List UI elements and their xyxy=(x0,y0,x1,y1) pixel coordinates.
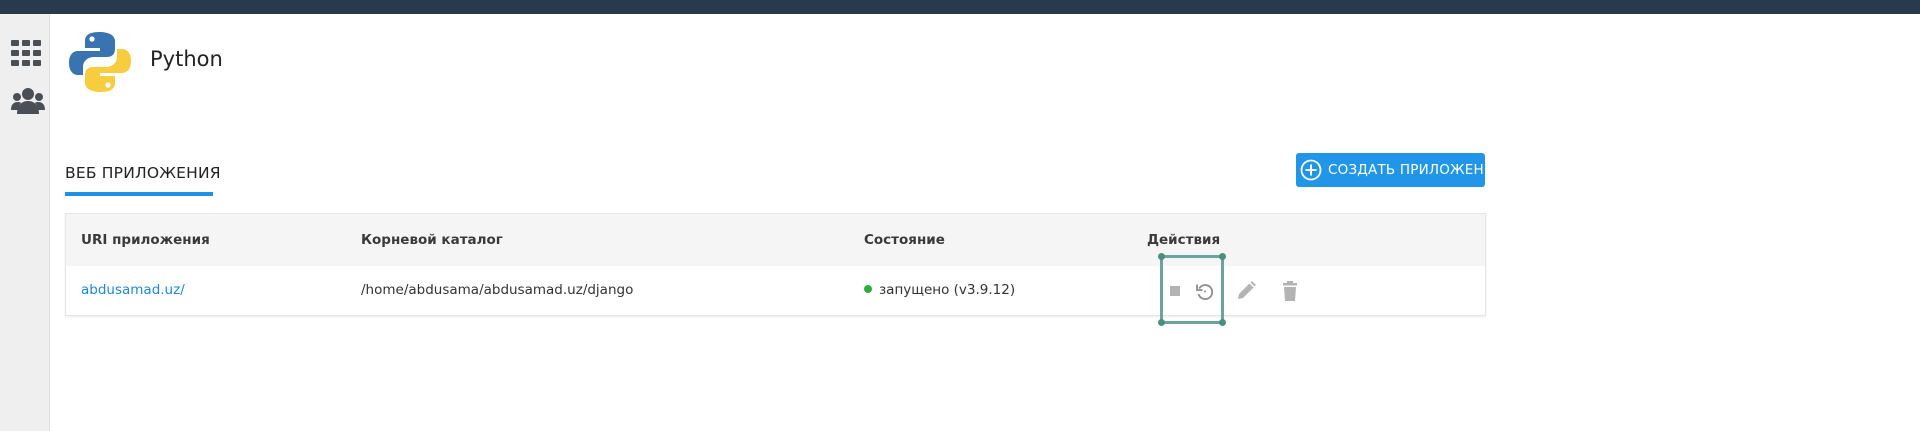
sidebar xyxy=(0,14,50,431)
users-icon[interactable] xyxy=(11,88,45,114)
create-application-button[interactable]: СОЗДАТЬ ПРИЛОЖЕНИЕ xyxy=(1296,153,1503,187)
tab-label: ВЕБ ПРИЛОЖЕНИЯ xyxy=(65,164,221,182)
highlight-corner xyxy=(1158,253,1165,260)
tab-web-applications[interactable]: ВЕБ ПРИЛОЖЕНИЯ xyxy=(65,150,221,196)
plus-circle-icon xyxy=(1300,159,1322,181)
highlight-corner xyxy=(1158,319,1165,326)
tab-active-indicator xyxy=(65,192,213,196)
python-logo-icon xyxy=(68,30,132,94)
header-root: Корневой каталог xyxy=(361,232,503,248)
main-content: Python ВЕБ ПРИЛОЖЕНИЯ СОЗДАТЬ ПРИЛОЖЕНИЕ… xyxy=(50,14,1920,431)
app-uri-link[interactable]: abdusamad.uz/ xyxy=(81,282,185,298)
applications-table: URI приложения Корневой каталог Состояни… xyxy=(65,213,1486,316)
apps-grid-icon[interactable] xyxy=(11,40,41,66)
table-header: URI приложения Корневой каталог Состояни… xyxy=(66,214,1485,266)
status-dot-icon xyxy=(864,285,872,293)
delete-icon[interactable] xyxy=(1277,278,1303,304)
header-status: Состояние xyxy=(864,232,945,248)
highlight-corner xyxy=(1219,253,1226,260)
header-uri: URI приложения xyxy=(81,232,210,248)
status-text: запущено (v3.9.12) xyxy=(879,282,1016,298)
top-bar xyxy=(0,0,1920,14)
table-row: abdusamad.uz/ /home/abdusama/abdusamad.u… xyxy=(66,266,1485,316)
header-actions: Действия xyxy=(1147,232,1221,248)
app-status: запущено (v3.9.12) xyxy=(864,282,1015,298)
app-root-path: /home/abdusama/abdusamad.uz/django xyxy=(361,282,634,298)
page-title: Python xyxy=(150,47,223,71)
create-application-label: СОЗДАТЬ ПРИЛОЖЕНИЕ xyxy=(1328,162,1503,178)
highlight-corner xyxy=(1219,319,1226,326)
edit-icon[interactable] xyxy=(1233,278,1259,304)
restart-highlight-box xyxy=(1158,253,1226,326)
